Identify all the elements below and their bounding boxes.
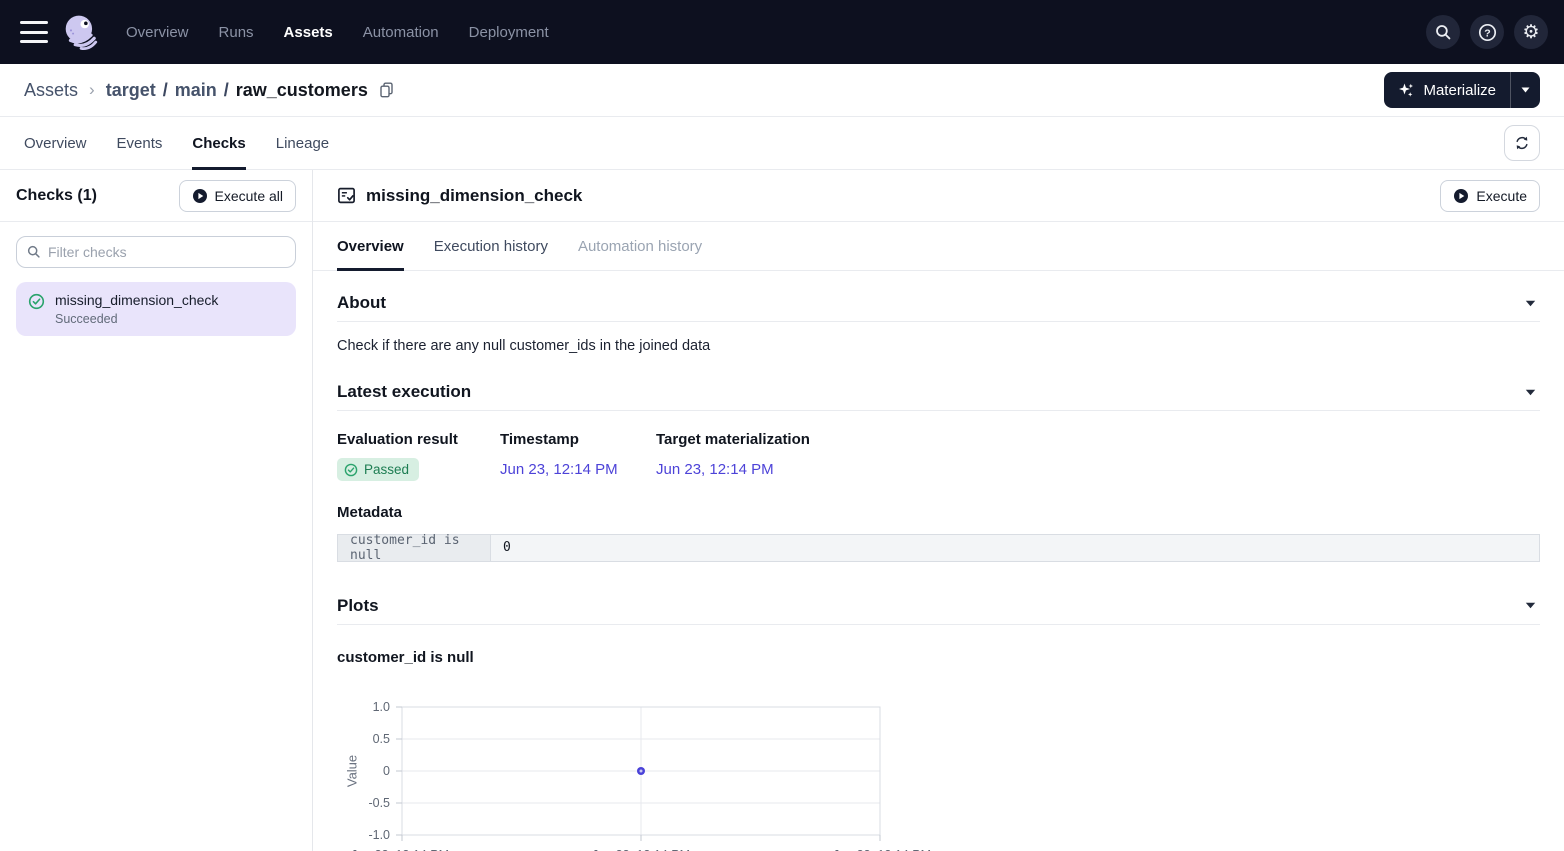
breadcrumb: Assets › target / main / raw_customers M… (0, 64, 1564, 117)
check-status: Succeeded (55, 312, 218, 326)
materialize-label: Materialize (1423, 82, 1496, 99)
breadcrumb-asset-name: raw_customers (236, 80, 368, 101)
target-materialization-link[interactable]: Jun 23, 12:14 PM (656, 459, 1540, 481)
nav-item-automation[interactable]: Automation (363, 24, 439, 41)
execute-all-label: Execute all (215, 188, 283, 204)
search-icon (27, 245, 41, 259)
copy-asset-key-button[interactable] (378, 81, 395, 99)
nav-item-runs[interactable]: Runs (219, 24, 254, 41)
breadcrumb-segment-main[interactable]: main (175, 80, 217, 101)
sparkle-icon (1398, 82, 1415, 99)
plot-title: customer_id is null (337, 647, 1540, 669)
metadata-table: customer_id is null 0 (337, 534, 1540, 562)
scatter-chart: 1.0 0.5 0 -0.5 -1.0 Value Jun 23, 12:14 … (337, 699, 957, 851)
y-tick-label: 1.0 (373, 700, 390, 714)
check-name: missing_dimension_check (55, 292, 218, 308)
x-tick-label: Jun 23, 12:14 PM (833, 848, 931, 851)
data-points (637, 767, 645, 775)
top-nav-bar: Overview Runs Assets Automation Deployme… (0, 0, 1564, 64)
breadcrumb-separator: / (224, 80, 229, 101)
check-detail-tabs: Overview Execution history Automation hi… (313, 222, 1564, 271)
search-icon (1435, 24, 1452, 41)
check-success-icon (28, 293, 45, 310)
tab-execution-history[interactable]: Execution history (434, 222, 548, 270)
column-timestamp: Timestamp (500, 429, 656, 451)
dagster-logo-icon[interactable] (62, 13, 100, 51)
copy-icon (378, 81, 395, 99)
chevron-down-icon (1525, 602, 1536, 609)
about-heading: About (337, 293, 386, 313)
y-tick-label: 0 (383, 764, 390, 778)
nav-item-deployment[interactable]: Deployment (469, 24, 549, 41)
timestamp-link[interactable]: Jun 23, 12:14 PM (500, 459, 656, 481)
check-list-item[interactable]: missing_dimension_check Succeeded (16, 282, 296, 336)
filter-checks-input[interactable] (48, 244, 285, 260)
materialize-dropdown-button[interactable] (1510, 72, 1540, 108)
help-button[interactable]: ? (1470, 15, 1504, 49)
checks-sidebar: Checks (1) Execute all (0, 170, 313, 851)
breadcrumb-separator: / (163, 80, 168, 101)
asset-tabs-row: Overview Events Checks Lineage (0, 117, 1564, 170)
svg-text:?: ? (1484, 27, 1490, 39)
check-detail-panel: missing_dimension_check Execute Overview… (313, 170, 1564, 851)
tab-lineage[interactable]: Lineage (276, 117, 329, 169)
x-tick-label: Jun 23, 12:14 PM (351, 848, 449, 851)
y-tick-label: 0.5 (373, 732, 390, 746)
x-tick-label: Jun 23, 12:14 PM (592, 848, 690, 851)
check-success-icon (344, 463, 358, 477)
execute-label: Execute (1476, 188, 1527, 204)
refresh-button[interactable] (1504, 125, 1540, 161)
breadcrumb-chevron-icon: › (89, 80, 95, 100)
chevron-down-icon (1525, 389, 1536, 396)
y-tick-label: -1.0 (368, 828, 390, 842)
breadcrumb-assets-link[interactable]: Assets (24, 80, 78, 101)
breadcrumb-segment-target[interactable]: target (106, 80, 156, 101)
settings-button[interactable]: ⚙ (1514, 15, 1548, 49)
tab-overview[interactable]: Overview (24, 117, 87, 169)
execute-all-button[interactable]: Execute all (179, 180, 296, 212)
column-evaluation-result: Evaluation result (337, 429, 500, 451)
tab-automation-history[interactable]: Automation history (578, 222, 702, 270)
metadata-key: customer_id is null (338, 535, 491, 561)
passed-label: Passed (364, 462, 409, 477)
y-axis-label: Value (345, 754, 360, 786)
primary-nav: Overview Runs Assets Automation Deployme… (126, 24, 549, 41)
filter-checks-box (16, 236, 296, 268)
y-tick-label: -0.5 (368, 796, 390, 810)
nav-item-overview[interactable]: Overview (126, 24, 189, 41)
play-circle-icon (1453, 188, 1469, 204)
latest-execution-heading: Latest execution (337, 382, 471, 402)
search-button[interactable] (1426, 15, 1460, 49)
metadata-heading: Metadata (337, 502, 1540, 524)
tab-checks[interactable]: Checks (192, 117, 245, 169)
tab-events[interactable]: Events (117, 117, 163, 169)
chevron-down-icon (1525, 300, 1536, 307)
check-title: missing_dimension_check (366, 186, 582, 206)
latest-execution-collapse-button[interactable] (1521, 385, 1540, 400)
about-description: Check if there are any null customer_ids… (337, 336, 1540, 356)
materialize-button[interactable]: Materialize (1384, 72, 1510, 108)
tab-check-overview[interactable]: Overview (337, 222, 404, 270)
gear-icon: ⚙ (1522, 23, 1539, 42)
execute-button[interactable]: Execute (1440, 180, 1540, 212)
chevron-down-icon (1521, 87, 1530, 93)
nav-item-assets[interactable]: Assets (284, 24, 333, 41)
asset-check-icon (337, 186, 356, 205)
materialize-split-button: Materialize (1384, 72, 1540, 108)
checks-count-title: Checks (1) (16, 187, 97, 205)
metric-plot: 1.0 0.5 0 -0.5 -1.0 Value Jun 23, 12:14 … (337, 699, 1540, 851)
metadata-value: 0 (491, 535, 1539, 561)
refresh-icon (1514, 135, 1530, 151)
column-target-materialization: Target materialization (656, 429, 1540, 451)
help-icon: ? (1478, 23, 1497, 42)
hamburger-menu-icon[interactable] (20, 21, 48, 43)
plots-collapse-button[interactable] (1521, 598, 1540, 613)
passed-badge: Passed (337, 458, 419, 481)
plots-heading: Plots (337, 596, 379, 616)
about-collapse-button[interactable] (1521, 296, 1540, 311)
play-circle-icon (192, 188, 208, 204)
